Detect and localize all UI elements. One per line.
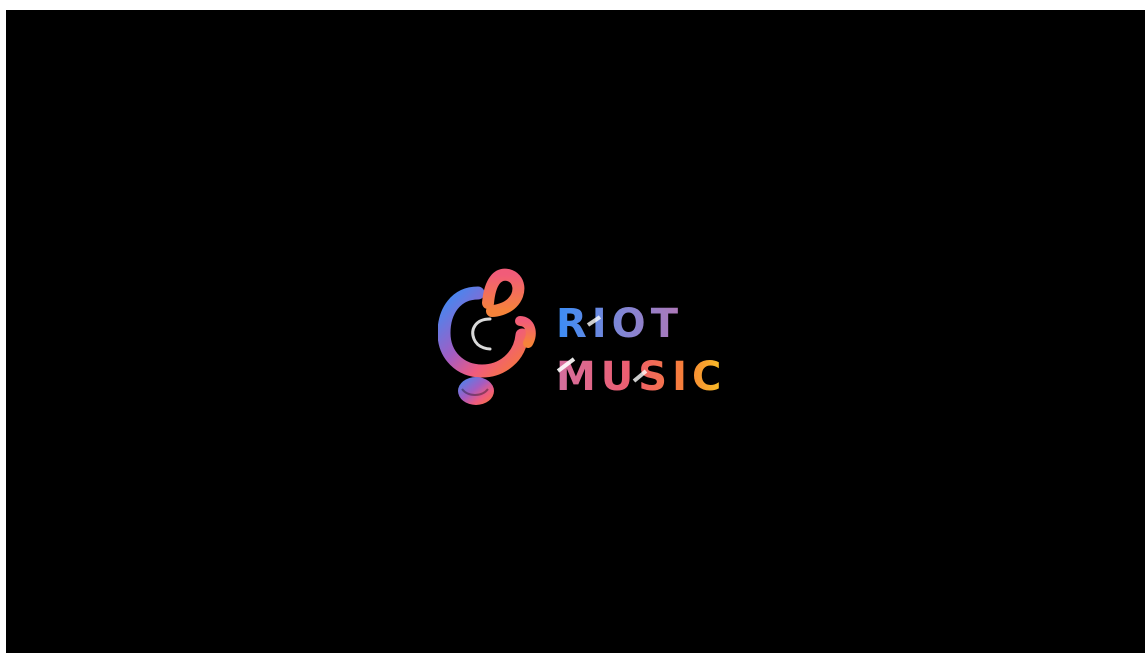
riot-music-logo: RIOT MUSIC <box>438 263 738 413</box>
logo-word-riot: RIOT <box>556 301 683 347</box>
splash-screen: RIOT MUSIC <box>6 10 1145 653</box>
treble-clef-note-icon <box>438 268 536 405</box>
